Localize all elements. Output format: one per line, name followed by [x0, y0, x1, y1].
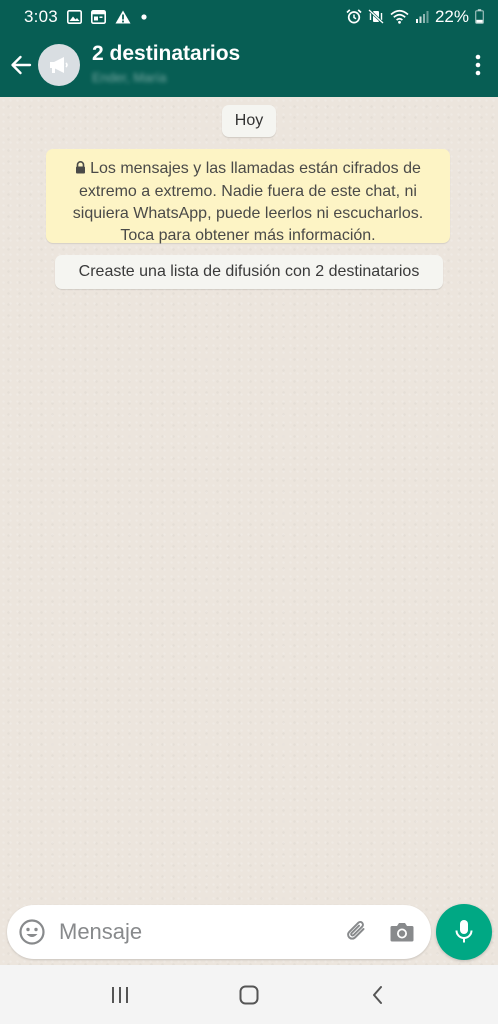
back-button[interactable] [4, 41, 38, 89]
recent-apps-icon [112, 986, 129, 1003]
wifi-icon [390, 9, 409, 24]
microphone-icon [455, 920, 473, 943]
home-icon [239, 985, 259, 1004]
camera-button[interactable] [381, 905, 423, 959]
battery-percent: 22% [434, 6, 469, 26]
battery-icon [475, 9, 484, 24]
system-nav-bar [0, 965, 498, 1024]
message-input[interactable] [59, 919, 337, 945]
emoji-icon [19, 919, 45, 945]
chat-subtitle: Ender, María [92, 70, 167, 85]
attach-button[interactable] [337, 905, 377, 959]
megaphone-icon [50, 57, 68, 73]
status-right: 22% [346, 7, 484, 27]
signal-icon [415, 10, 429, 23]
chat-header: 2 destinatarios Ender, María [0, 33, 498, 97]
more-vertical-icon [475, 54, 481, 76]
camera-icon [390, 923, 414, 942]
back-nav-button[interactable] [348, 970, 408, 1020]
warning-icon [115, 10, 131, 24]
encryption-notice-text: Los mensajes y las llamadas están cifrad… [72, 160, 424, 244]
status-left: 3:03 [24, 7, 148, 27]
avatar[interactable] [38, 44, 80, 86]
encryption-notice[interactable]: Los mensajes y las llamadas están cifrad… [46, 149, 450, 244]
chat-area[interactable]: Hoy Los mensajes y las llamadas están ci… [0, 97, 498, 965]
home-button[interactable] [219, 970, 279, 1020]
status-time: 3:03 [24, 6, 58, 26]
chat-title-block[interactable]: 2 destinatarios Ender, María [92, 42, 240, 88]
back-nav-icon [372, 985, 382, 1004]
overflow-menu-button[interactable] [458, 41, 498, 89]
calendar-icon [90, 9, 106, 24]
lock-icon [75, 159, 86, 181]
mute-vibrate-icon [368, 9, 384, 24]
arrow-left-icon [11, 55, 32, 75]
status-bar: 3:03 22% [0, 0, 498, 33]
message-composer [7, 905, 431, 959]
mic-button[interactable] [436, 904, 492, 960]
date-chip: Hoy [222, 105, 276, 137]
dot-icon [140, 13, 148, 21]
recent-apps-button[interactable] [90, 970, 150, 1020]
gallery-icon [66, 9, 82, 24]
paperclip-icon [347, 921, 365, 940]
alarm-icon [346, 9, 362, 24]
chat-title: 2 destinatarios [92, 42, 241, 65]
system-message: Creaste una lista de difusión con 2 dest… [55, 255, 443, 289]
emoji-button[interactable] [7, 905, 57, 959]
